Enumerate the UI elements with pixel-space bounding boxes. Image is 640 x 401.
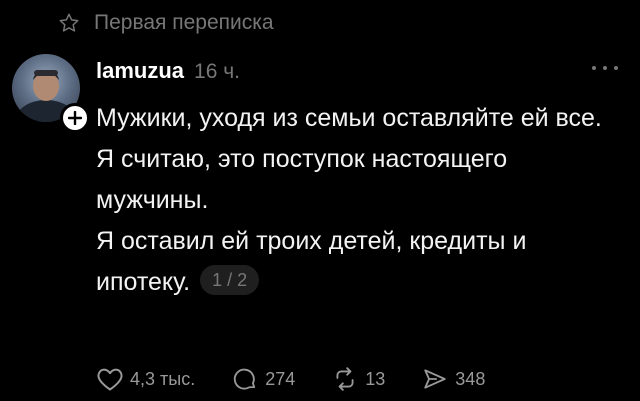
like-button[interactable]: 4,3 тыс.: [96, 366, 195, 392]
username[interactable]: lamuzua: [96, 58, 184, 84]
thread-title: Первая переписка: [94, 11, 274, 34]
repost-button[interactable]: 13: [331, 366, 385, 392]
page-indicator-badge: 1 / 2: [200, 265, 260, 296]
repost-count: 13: [365, 368, 386, 389]
post-text: Мужики, уходя из семьи оставляйте ей все…: [96, 98, 626, 303]
action-bar: 4,3 тыс. 274 13 348: [96, 364, 521, 394]
comment-count: 274: [265, 368, 296, 389]
post-line-text: Я оставил ей троих детей, кредиты и ипот…: [96, 227, 527, 296]
post-line: Я оставил ей троих детей, кредиты и ипот…: [96, 221, 626, 303]
send-icon: [421, 366, 449, 392]
comment-bubble-icon: [231, 366, 259, 392]
share-button[interactable]: 348: [421, 366, 485, 392]
more-options-icon[interactable]: [592, 64, 618, 72]
star-icon[interactable]: [58, 12, 80, 34]
post-line: Мужики, уходя из семьи оставляйте ей все…: [96, 104, 602, 132]
repost-icon: [331, 366, 359, 392]
like-count: 4,3 тыс.: [130, 368, 196, 389]
follow-plus-icon[interactable]: [60, 103, 90, 133]
heart-icon: [96, 366, 124, 392]
post-line: Я считаю, это поступок настоящего мужчин…: [96, 145, 508, 214]
thread-header: Первая переписка: [58, 6, 274, 40]
comment-button[interactable]: 274: [231, 366, 295, 392]
timestamp: 16 ч.: [194, 60, 240, 83]
share-count: 348: [455, 368, 486, 389]
author-row: lamuzua 16 ч.: [96, 58, 240, 88]
